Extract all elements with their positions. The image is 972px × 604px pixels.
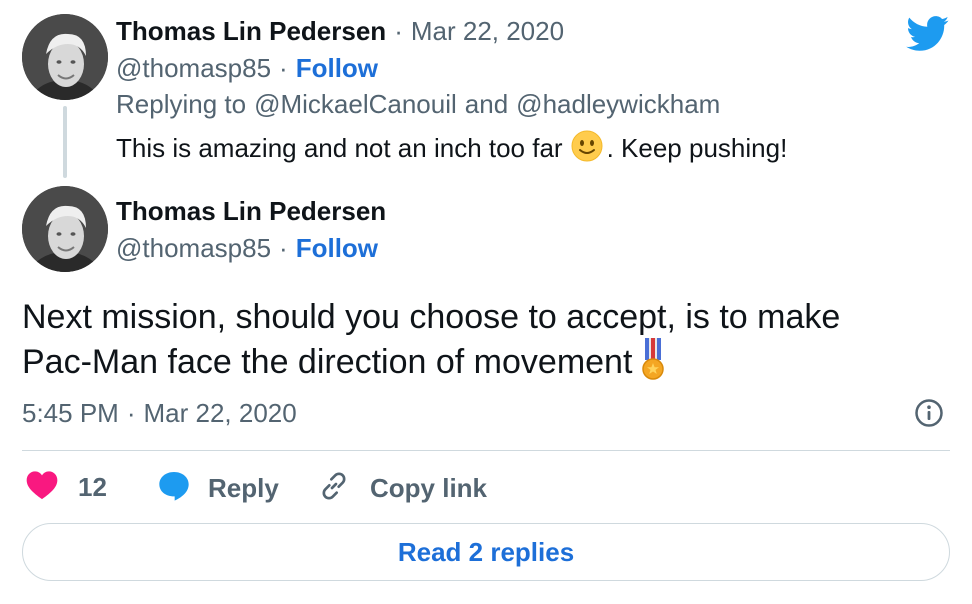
thread-line [63,106,67,178]
like-button[interactable]: 12 [26,470,107,505]
parent-handle-row: @thomasp85 · Follow [116,53,378,84]
military-medal-icon [640,338,666,385]
copy-link-label: Copy link [370,473,488,503]
speech-bubble-icon [158,470,190,507]
replying-to-prefix: Replying to [116,89,247,119]
main-handle-row: @thomasp85 · Follow [116,233,378,264]
parent-avatar[interactable] [22,14,108,100]
main-follow-separator: · [279,233,288,263]
parent-follow-button[interactable]: Follow [296,53,378,84]
main-tweet-text: Next mission, should you choose to accep… [22,296,942,385]
parent-handle[interactable]: @thomasp85 [116,53,271,84]
read-replies-button[interactable]: Read 2 replies [22,523,950,581]
parent-author-name[interactable]: Thomas Lin Pedersen [116,16,386,47]
like-count: 12 [78,472,107,502]
tweet-time[interactable]: 5:45 PM [22,398,119,429]
parent-header: Thomas Lin Pedersen · Mar 22, 2020 [116,16,564,47]
twitter-bird-icon[interactable] [906,16,950,57]
smiley-emoji-icon [571,130,603,167]
reply-button[interactable]: Reply [158,470,279,507]
main-follow-button[interactable]: Follow [296,233,378,264]
reply-and: and [464,89,509,119]
replying-to: Replying to @MickaelCanouil and @hadleyw… [116,89,720,120]
reply-mention-1[interactable]: @MickaelCanouil [254,89,457,120]
main-text-line1: Next mission, should you choose to accep… [22,298,841,336]
read-replies-label: Read 2 replies [397,536,575,567]
main-author-name[interactable]: Thomas Lin Pedersen [116,196,386,226]
main-text-line2: Pac-Man face the direction of movement [22,342,633,381]
parent-date[interactable]: Mar 22, 2020 [411,16,564,47]
parent-tweet-text: This is amazing and not an inch too far … [116,130,787,167]
main-author-row: Thomas Lin Pedersen [116,196,386,227]
follow-separator: · [279,53,288,83]
tweet-date[interactable]: Mar 22, 2020 [144,398,297,429]
reply-label: Reply [208,473,279,503]
date-separator: · [394,16,403,46]
time-separator: · [126,398,136,428]
heart-icon [26,470,58,505]
main-avatar[interactable] [22,186,108,272]
reply-mention-2[interactable]: @hadleywickham [516,89,720,120]
main-handle[interactable]: @thomasp85 [116,233,271,264]
parent-text-part2: . Keep pushing! [606,133,788,163]
parent-text-part1: This is amazing and not an inch too far [116,133,563,163]
info-icon[interactable] [914,398,944,433]
divider [22,450,950,451]
timestamp-row: 5:45 PM · Mar 22, 2020 [22,398,297,429]
copy-link-button[interactable]: Copy link [318,470,487,507]
link-icon [318,470,350,507]
